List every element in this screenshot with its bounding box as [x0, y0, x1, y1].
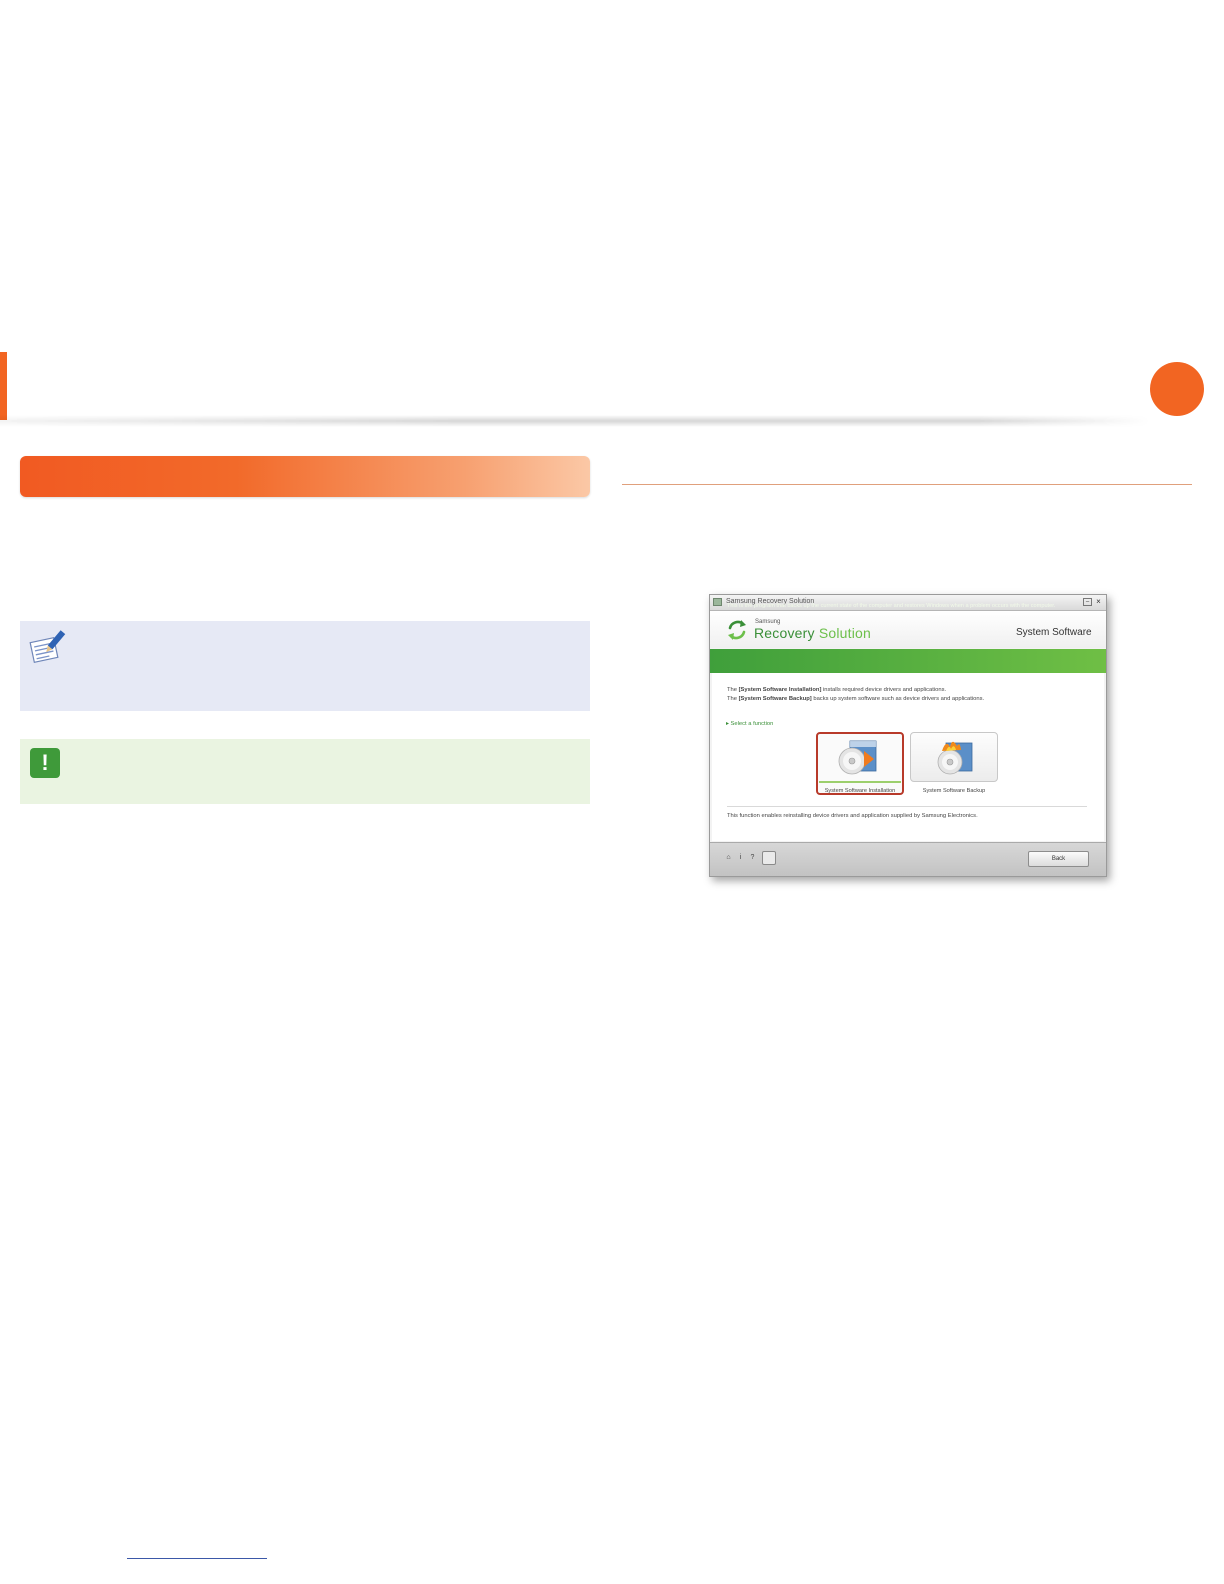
header-left-accent — [0, 352, 7, 420]
disc-install-icon — [838, 740, 877, 775]
function-description: This function enables reinstalling devic… — [727, 813, 978, 819]
recovery-dialog-screenshot: Samsung Recovery Solution – × Samsung Re… — [709, 594, 1107, 877]
section-title-bar — [20, 456, 590, 497]
disc-backup-icon — [937, 741, 973, 775]
dialog-divider — [727, 806, 1087, 807]
line1-bold: [System Software Installation] — [738, 687, 822, 693]
line1-suffix: installs required device drivers and app… — [821, 687, 947, 693]
note-pencil-icon — [29, 630, 66, 663]
app-window-icon — [713, 598, 722, 606]
caution-box — [20, 739, 590, 804]
bottom-link-underline[interactable] — [127, 1558, 267, 1559]
brand-recovery-solution: Recovery Solution — [754, 625, 871, 641]
dialog-page-title: System Software — [1016, 627, 1092, 638]
home-icon[interactable]: ⌂ — [724, 853, 733, 862]
chapter-circle-badge — [1150, 362, 1204, 416]
line2-prefix: The — [727, 696, 739, 702]
step-rule — [622, 484, 1192, 485]
info-icon[interactable]: i — [736, 853, 745, 862]
backup-option-label: System Software Backup — [922, 788, 986, 794]
line2-suffix: backs up system software such as device … — [811, 696, 985, 702]
select-function-label: ▸ Select a function — [726, 721, 774, 727]
minimize-icon[interactable]: – — [1083, 598, 1092, 606]
exclamation-icon: ! — [30, 748, 60, 778]
description-line-backup: The [System Software Backup] backs up sy… — [727, 696, 984, 702]
help-icon[interactable]: ? — [748, 853, 757, 862]
note-box — [20, 621, 590, 711]
banner-text: This is the program that backs up the cu… — [727, 603, 1056, 609]
document-icon[interactable] — [762, 851, 776, 865]
recovery-refresh-icon — [728, 620, 746, 640]
line2-bold: [System Software Backup] — [738, 696, 812, 702]
back-button[interactable]: Back — [1028, 851, 1089, 867]
description-line-installation: The [System Software Installation] insta… — [727, 687, 946, 693]
brand-word-solution: Solution — [814, 625, 872, 641]
line1-prefix: The — [727, 687, 739, 693]
brand-word-recovery: Recovery — [754, 625, 815, 641]
close-icon[interactable]: × — [1094, 598, 1103, 606]
header-rule — [0, 415, 1150, 427]
selection-strip — [819, 781, 901, 783]
dialog-info-banner — [710, 649, 1106, 673]
installation-option-label: System Software Installation — [824, 788, 896, 794]
